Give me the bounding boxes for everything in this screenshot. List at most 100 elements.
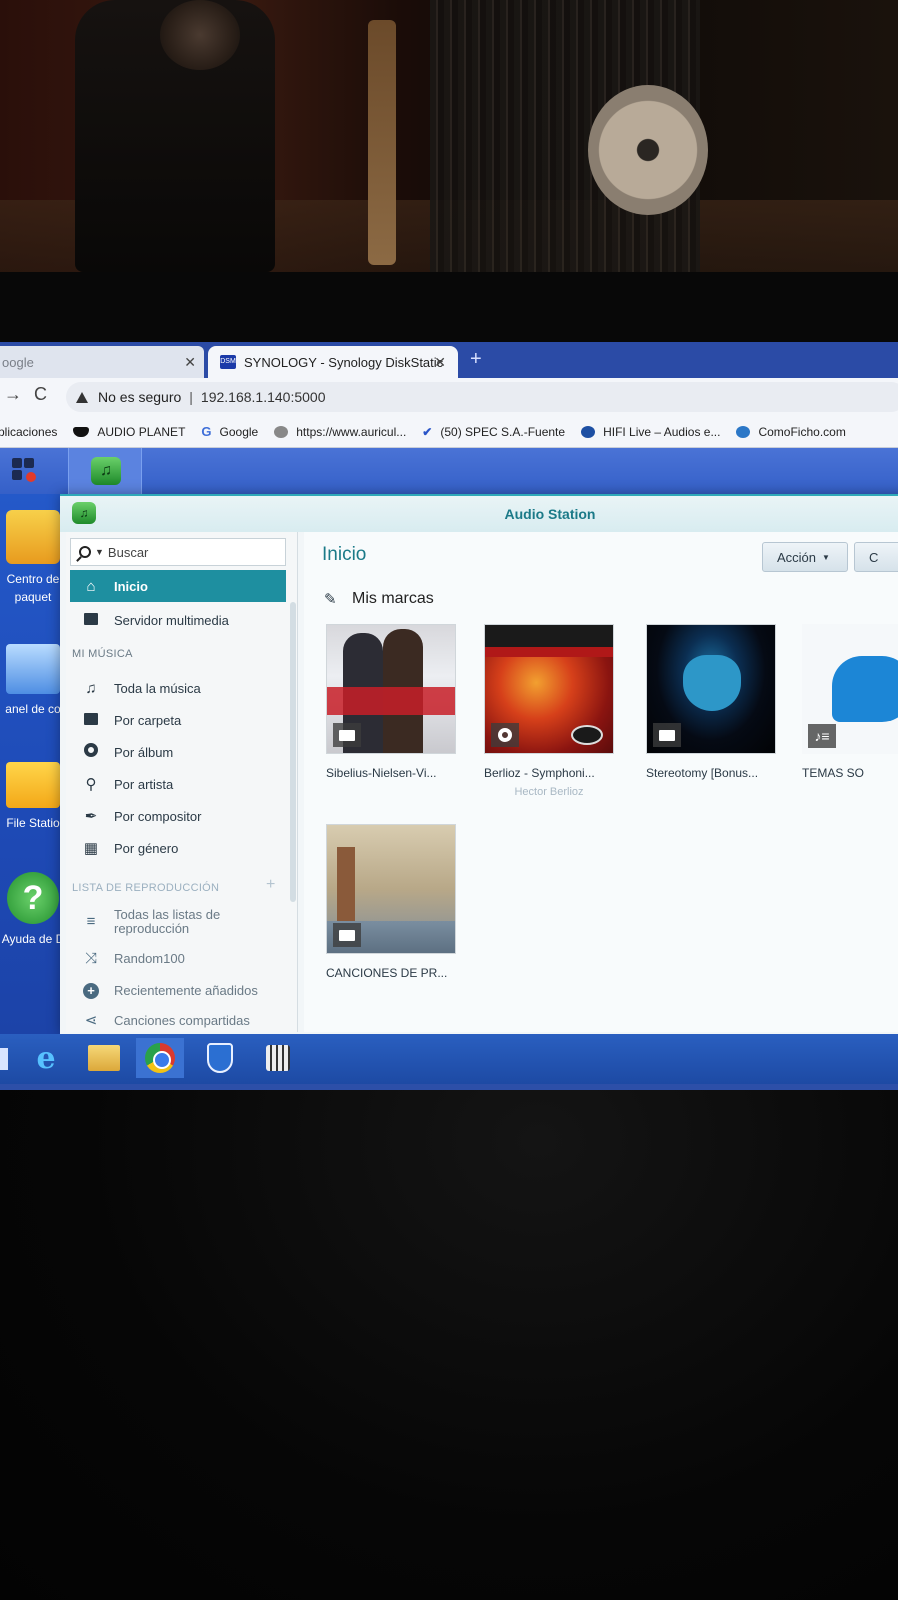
window-titlebar[interactable]: ♫ Audio Station <box>60 496 898 532</box>
chevron-down-icon[interactable]: ▼ <box>95 547 104 557</box>
page-title: Inicio <box>322 544 367 565</box>
browser-tabstrip: oogle ✕ DSM SYNOLOGY - Synology DiskStat… <box>0 342 898 378</box>
genre-grid-icon: ▦ <box>83 840 99 857</box>
search-input[interactable]: ▼ Buscar <box>70 538 286 566</box>
home-icon: ⌂ <box>86 577 96 595</box>
site-icon <box>274 425 289 438</box>
keyboard-area-dark <box>0 1090 898 1600</box>
desktop-icon-package-center[interactable]: Centro de paquet <box>0 510 66 606</box>
google-icon: G <box>201 424 212 439</box>
tab-synology[interactable]: DSM SYNOLOGY - Synology DiskStatic ✕ <box>208 346 458 378</box>
chevron-down-icon: ▼ <box>822 552 830 562</box>
address-bar[interactable]: No es seguro | 192.168.1.140:5000 <box>66 382 898 412</box>
bookmark-spec[interactable]: ✔ (50) SPEC S.A.-Fuente <box>422 425 565 439</box>
desktop-icon-control-panel[interactable]: anel de co <box>0 644 66 718</box>
bookmark-card[interactable]: CANCIONES DE PR... <box>326 824 462 980</box>
room-background-photo <box>0 0 898 280</box>
new-tab-button[interactable]: + <box>470 348 482 371</box>
sidebar-item-por-album[interactable]: Por álbum <box>70 736 286 768</box>
media-server-icon <box>82 612 100 629</box>
add-playlist-button[interactable]: + <box>266 876 275 894</box>
sidebar-item-random100[interactable]: ⤨ Random100 <box>70 942 286 974</box>
album-cover <box>326 824 456 954</box>
sidebar-item-por-genero[interactable]: ▦ Por género <box>70 832 286 864</box>
disc-badge-icon <box>491 723 519 747</box>
tab-label: oogle <box>2 354 34 370</box>
dsm-favicon-icon: DSM <box>220 355 236 369</box>
forward-icon[interactable]: → <box>4 384 22 405</box>
section-header-my-music: MI MÚSICA <box>72 648 133 660</box>
sidebar-item-inicio[interactable]: ⌂ Inicio <box>70 570 286 602</box>
card-title: CANCIONES DE PR... <box>326 966 448 980</box>
folder-badge-icon <box>333 723 361 747</box>
search-icon <box>79 546 91 558</box>
window-title: Audio Station <box>504 506 596 522</box>
album-cover <box>646 624 776 754</box>
playlist-badge-icon: ♪≡ <box>808 724 836 748</box>
internet-explorer-icon[interactable]: e <box>22 1038 70 1078</box>
sidebar-scrollbar[interactable] <box>290 602 296 902</box>
sidebar-item-canciones-compartidas[interactable]: ⋖ Canciones compartidas <box>70 1004 286 1036</box>
section-title: Mis marcas <box>352 590 434 607</box>
bookmark-comoficho[interactable]: ComoFicho.com <box>736 425 846 439</box>
speaker-cone <box>160 0 240 70</box>
bookmark-hifi-live[interactable]: HIFI Live – Audios e... <box>581 425 720 439</box>
app-grid-icon[interactable] <box>254 1038 302 1078</box>
desktop-icon-help[interactable]: ? Ayuda de D <box>0 872 66 948</box>
chrome-icon[interactable] <box>136 1038 184 1078</box>
start-button[interactable] <box>0 1048 8 1070</box>
audio-station-taskbar-button[interactable]: ♫ <box>68 448 142 494</box>
sidebar-item-por-artista[interactable]: ⚲ Por artista <box>70 768 286 800</box>
reload-icon[interactable]: C <box>34 384 47 405</box>
bookmarks-bar: plicaciones AUDIO PLANET G Google https:… <box>0 416 898 448</box>
security-shield-icon[interactable] <box>196 1038 244 1078</box>
tab-google[interactable]: oogle ✕ <box>0 346 204 378</box>
music-note-icon: ♫ <box>85 679 97 697</box>
url-text: 192.168.1.140:5000 <box>200 389 326 405</box>
help-icon: ? <box>7 872 59 924</box>
sidebar-item-por-compositor[interactable]: ✒ Por compositor <box>70 800 286 832</box>
album-cover <box>326 624 456 754</box>
section-header-playlists: LISTA DE REPRODUCCIÓN <box>72 882 220 894</box>
windows-taskbar: e <box>0 1034 898 1084</box>
security-label: No es seguro <box>98 389 182 405</box>
sidebar: ▼ Buscar ⌂ Inicio Servidor multimedia MI… <box>66 532 298 1032</box>
warning-icon <box>76 391 88 403</box>
sidebar-item-servidor-multimedia[interactable]: Servidor multimedia <box>70 604 286 636</box>
audio-station-window: ♫ Audio Station ▼ Buscar ⌂ Inicio Servid… <box>60 494 898 1034</box>
package-center-icon <box>6 510 60 564</box>
bookmark-google[interactable]: G Google <box>201 424 258 439</box>
file-station-icon <box>6 762 60 808</box>
card-title: Stereotomy [Bonus... <box>646 766 759 780</box>
bookmark-card[interactable]: Berlioz - Symphoni... Hector Berlioz <box>484 624 620 798</box>
action-button[interactable]: Acción ▼ <box>762 542 848 572</box>
sidebar-item-por-carpeta[interactable]: Por carpeta <box>70 704 286 736</box>
sidebar-item-toda-la-musica[interactable]: ♫ Toda la música <box>70 672 286 704</box>
bookmark-apps[interactable]: plicaciones <box>0 425 57 439</box>
card-title: TEMAS SO <box>802 766 865 780</box>
control-panel-icon <box>6 644 60 694</box>
monitor-bezel <box>0 272 898 342</box>
bookmark-auricul[interactable]: https://www.auricul... <box>274 425 406 439</box>
bookmark-card[interactable]: Sibelius-Nielsen-Vi... <box>326 624 462 780</box>
close-icon[interactable]: ✕ <box>434 354 446 371</box>
bookmark-card[interactable]: Stereotomy [Bonus... <box>646 624 782 780</box>
sidebar-item-todas-las-listas[interactable]: ≡ Todas las listas de reproducción <box>70 902 286 942</box>
secondary-button[interactable]: C <box>854 542 898 572</box>
sidebar-item-recientemente-anadidos[interactable]: + Recientemente añadidos <box>70 974 286 1006</box>
desktop-icon-file-station[interactable]: File Statio <box>0 762 66 832</box>
browser-toolbar: → C No es seguro | 192.168.1.140:5000 <box>0 378 898 416</box>
file-explorer-icon[interactable] <box>80 1038 128 1078</box>
search-placeholder: Buscar <box>107 544 149 560</box>
bookmark-audio-planet[interactable]: AUDIO PLANET <box>73 425 185 439</box>
microphone-icon: ⚲ <box>85 776 97 793</box>
separator: | <box>189 389 193 405</box>
folder-icon <box>82 712 100 729</box>
close-icon[interactable]: ✕ <box>184 354 196 371</box>
pin-icon: ✎ <box>324 591 337 608</box>
check-icon: ✔ <box>422 424 433 439</box>
bookmark-card[interactable]: ♪≡ TEMAS SO <box>802 624 898 780</box>
card-title: Berlioz - Symphoni... <box>484 766 595 780</box>
folder-badge-icon <box>653 723 681 747</box>
main-menu-icon[interactable] <box>10 456 44 486</box>
